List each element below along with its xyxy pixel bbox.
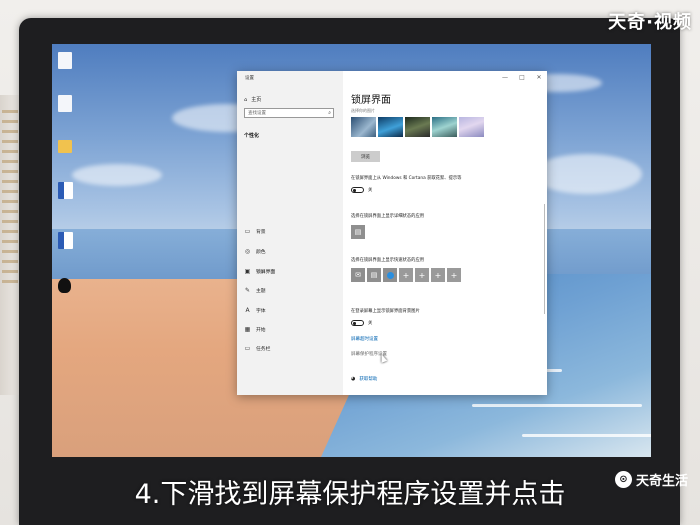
cortana-tips-text: 在锁屏界面上从 Windows 和 Cortana 获取花絮、提示等 xyxy=(351,176,462,181)
signin-background-toggle[interactable] xyxy=(351,320,364,326)
content-scrollbar[interactable] xyxy=(543,204,545,314)
desktop-icon-app[interactable] xyxy=(58,52,72,69)
nav-item-lock-screen[interactable]: ▣ 锁屏界面 xyxy=(244,268,276,275)
palette-icon: ◎ xyxy=(244,248,251,255)
nav-item-label: 字体 xyxy=(256,309,266,314)
nav-home-label: 主页 xyxy=(251,97,262,103)
nav-item-colors[interactable]: ◎ 颜色 xyxy=(244,248,266,255)
image-icon: ▭ xyxy=(244,228,251,235)
start-icon: ▦ xyxy=(244,326,251,333)
nav-section-title: 个性化 xyxy=(244,133,260,139)
nav-item-label: 背景 xyxy=(256,230,266,235)
thumbnail-2[interactable] xyxy=(378,117,403,137)
wallpaper-cloud xyxy=(72,164,162,186)
quick-app-skype[interactable] xyxy=(383,268,397,282)
settings-window: 设置 ⌂ 主页 查找设置 ⌕ 个性化 ▭ 背景 ◎ 颜色 ▣ 锁屏界面 ✎ 主题… xyxy=(237,71,547,395)
quick-status-text: 选择在锁屏界面上显示快速状态的应用 xyxy=(351,258,425,263)
signin-background-text: 在登录屏幕上显示锁屏界面背景图片 xyxy=(351,309,420,314)
cortana-tips-toggle-label: 关 xyxy=(368,188,373,193)
lock-screen-icon: ▣ xyxy=(244,268,251,275)
nav-item-taskbar[interactable]: ▭ 任务栏 xyxy=(244,345,271,352)
search-placeholder: 查找设置 xyxy=(248,111,266,116)
minimize-button[interactable]: — xyxy=(501,74,509,81)
settings-nav: 设置 ⌂ 主页 查找设置 ⌕ 个性化 ▭ 背景 ◎ 颜色 ▣ 锁屏界面 ✎ 主题… xyxy=(237,71,343,395)
tianqi-logo-icon: ⊙ xyxy=(614,471,632,488)
desktop-icon-word-2[interactable] xyxy=(58,232,73,249)
window-title: 设置 xyxy=(245,76,254,81)
decor-pattern xyxy=(2,110,18,290)
brush-icon: ✎ xyxy=(244,287,251,294)
signin-background-toggle-label: 关 xyxy=(368,321,373,326)
quick-app-calendar[interactable]: ▤ xyxy=(367,268,381,282)
get-help-label: 获取帮助 xyxy=(359,377,378,382)
close-button[interactable]: ✕ xyxy=(535,74,543,81)
thumbnail-3[interactable] xyxy=(405,117,430,137)
thumbnail-4[interactable] xyxy=(432,117,457,137)
nav-item-background[interactable]: ▭ 背景 xyxy=(244,228,266,235)
quick-app-add-2[interactable]: + xyxy=(415,268,429,282)
help-icon: ◕ xyxy=(351,376,356,382)
search-icon: ⌕ xyxy=(328,110,331,116)
thumbnail-1[interactable] xyxy=(351,117,376,137)
brand-watermark-bottom: ⊙ 天奇生活 xyxy=(614,470,688,489)
home-icon: ⌂ xyxy=(244,96,248,103)
desktop-icon-folder[interactable] xyxy=(58,140,72,153)
screen-timeout-link[interactable]: 屏幕超时设置 xyxy=(351,336,378,342)
brand-watermark-bottom-text: 天奇生活 xyxy=(635,474,688,489)
desktop-icon-word-1[interactable] xyxy=(58,182,73,199)
wallpaper-cloud xyxy=(532,154,642,194)
nav-item-fonts[interactable]: A 字体 xyxy=(244,307,266,314)
maximize-button[interactable]: □ xyxy=(518,74,526,81)
desktop-icon-document[interactable] xyxy=(58,95,72,112)
page-subtitle: 选择你的图片 xyxy=(351,108,375,113)
browse-button[interactable]: 浏览 xyxy=(351,151,380,162)
nav-item-themes[interactable]: ✎ 主题 xyxy=(244,287,266,294)
settings-search-input[interactable]: 查找设置 ⌕ xyxy=(244,108,334,118)
nav-item-label: 任务栏 xyxy=(256,347,271,352)
cortana-tips-toggle[interactable] xyxy=(351,187,364,193)
nav-home[interactable]: ⌂ 主页 xyxy=(244,96,262,104)
quick-app-add-3[interactable]: + xyxy=(431,268,445,282)
tutorial-caption: 4.下滑找到屏幕保护程序设置并点击 xyxy=(134,479,566,510)
nav-item-label: 锁屏界面 xyxy=(256,270,276,275)
quick-app-add-4[interactable]: + xyxy=(447,268,461,282)
nav-item-label: 颜色 xyxy=(256,250,266,255)
quick-app-mail[interactable]: ✉ xyxy=(351,268,365,282)
nav-item-label: 主题 xyxy=(256,289,266,294)
desktop-icon-qq[interactable] xyxy=(58,278,71,293)
wallpaper-foam xyxy=(472,404,642,407)
taskbar-icon: ▭ xyxy=(244,345,251,352)
settings-content: — □ ✕ 锁屏界面 选择你的图片 浏览 在锁屏界面上从 Windows 和 C… xyxy=(343,71,547,395)
get-help-link[interactable]: ◕ 获取帮助 xyxy=(351,376,377,382)
detail-status-text: 选择在锁屏界面上显示详细状态的应用 xyxy=(351,214,425,219)
detail-status-app-calendar[interactable]: ▤ xyxy=(351,225,365,239)
brand-watermark-top: 天奇·视频 xyxy=(608,12,692,33)
nav-item-label: 开始 xyxy=(256,328,266,333)
wallpaper-foam xyxy=(522,434,651,437)
quick-app-add-1[interactable]: + xyxy=(399,268,413,282)
lock-image-thumbnails xyxy=(351,117,484,137)
font-icon: A xyxy=(245,307,250,314)
thumbnail-5[interactable] xyxy=(459,117,484,137)
page-title: 锁屏界面 xyxy=(351,95,391,106)
nav-item-start[interactable]: ▦ 开始 xyxy=(244,326,266,333)
